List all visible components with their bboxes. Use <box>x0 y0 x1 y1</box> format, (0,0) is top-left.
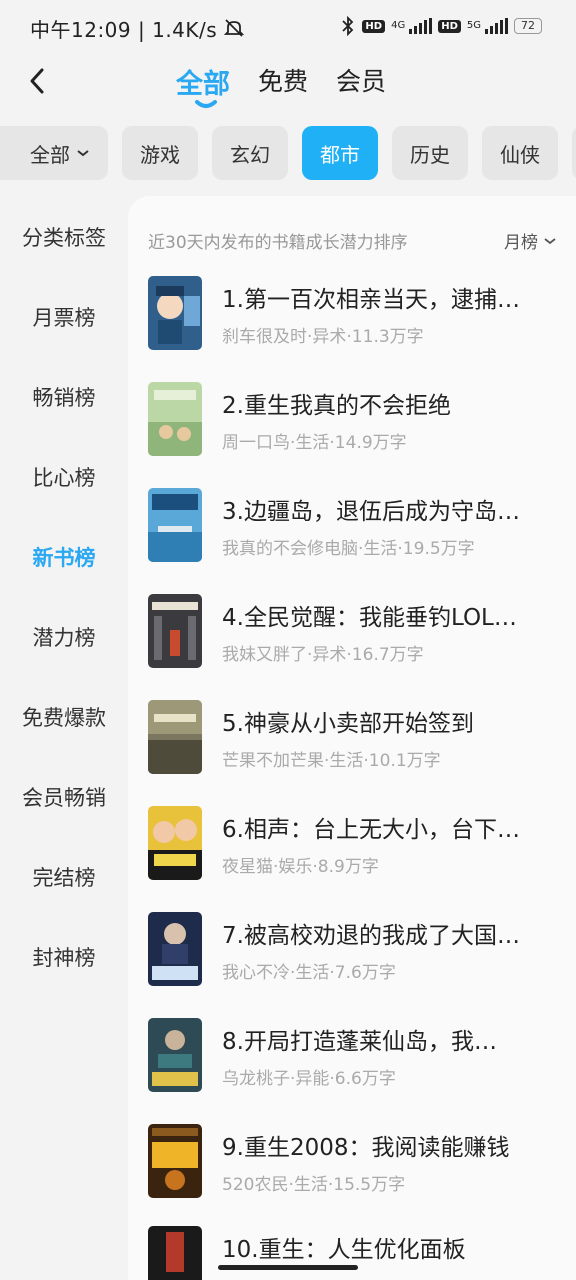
tab-all[interactable]: 全部 <box>176 62 230 101</box>
book-cover <box>148 594 202 668</box>
book-title: 10.重生：人生优化面板 <box>222 1237 466 1263</box>
book-meta: 刹车很及时·异术·11.3万字 <box>222 327 424 347</box>
book-item[interactable]: 10.重生：人生优化面板 <box>148 1226 556 1280</box>
book-cover <box>148 382 202 456</box>
mute-icon <box>223 19 245 37</box>
sidebar-item-potential[interactable]: 潜力榜 <box>0 622 128 652</box>
book-meta: 夜星猫·娱乐·8.9万字 <box>222 857 379 877</box>
battery-icon: 72 <box>514 18 542 34</box>
book-meta: 芒果不加芒果·生活·10.1万字 <box>222 751 441 771</box>
signal-icon <box>409 18 433 34</box>
book-title: 3.边疆岛，退伍后成为守岛… <box>222 499 520 525</box>
sidebar-item-monthly-ticket[interactable]: 月票榜 <box>0 302 128 332</box>
network-type: 4G <box>391 20 406 31</box>
status-icons: HD 4G HD 5G 72 <box>340 16 542 36</box>
book-title: 1.第一百次相亲当天，逮捕… <box>222 287 520 313</box>
book-cover <box>148 488 202 562</box>
tab-member[interactable]: 会员 <box>336 62 386 101</box>
book-title: 4.全民觉醒：我能垂钓LOL… <box>222 605 517 631</box>
status-bar: 中午12:09 | 1.4K/s HD 4G HD 5G 72 <box>0 0 576 56</box>
back-button[interactable] <box>22 64 52 98</box>
signal-icon-2 <box>485 18 508 34</box>
book-title: 7.被高校劝退的我成了大国… <box>222 923 520 949</box>
sort-dropdown[interactable]: 月榜 <box>504 228 556 253</box>
book-list-panel: 近30天内发布的书籍成长潜力排序 月榜 1.第一百次相亲当天，逮捕… 刹车很及时… <box>128 196 576 1280</box>
bluetooth-icon <box>342 16 354 36</box>
book-title: 8.开局打造蓬莱仙岛，我… <box>222 1029 497 1055</box>
book-meta: 周一口鸟·生活·14.9万字 <box>222 433 407 453</box>
top-tabs: 全部 免费 会员 <box>176 62 386 101</box>
chip-fantasy[interactable]: 玄幻 <box>212 126 288 180</box>
sidebar-item-legendary[interactable]: 封神榜 <box>0 942 128 972</box>
chevron-down-icon <box>544 237 556 244</box>
active-tab-indicator <box>195 100 217 108</box>
category-chips: 全部 游戏 玄幻 都市 历史 仙侠 <box>0 126 576 180</box>
chevron-down-icon <box>77 150 89 157</box>
book-item[interactable]: 7.被高校劝退的我成了大国… 我心不冷·生活·7.6万字 <box>148 912 556 986</box>
book-item[interactable]: 8.开局打造蓬莱仙岛，我… 乌龙桃子·异能·6.6万字 <box>148 1018 556 1092</box>
book-item[interactable]: 4.全民觉醒：我能垂钓LOL… 我妹又胖了·异术·16.7万字 <box>148 594 556 668</box>
book-meta: 乌龙桃子·异能·6.6万字 <box>222 1069 396 1089</box>
ranking-sidebar: 分类标签 月票榜 畅销榜 比心榜 新书榜 潜力榜 免费爆款 会员畅销 完结榜 封… <box>0 196 128 1280</box>
chip-all-label: 全部 <box>30 142 70 167</box>
book-meta: 我心不冷·生活·7.6万字 <box>222 963 396 983</box>
book-cover <box>148 1226 202 1280</box>
book-meta: 我真的不会修电脑·生活·19.5万字 <box>222 539 475 559</box>
book-item[interactable]: 5.神豪从小卖部开始签到 芒果不加芒果·生活·10.1万字 <box>148 700 556 774</box>
sidebar-item-bestseller[interactable]: 畅销榜 <box>0 382 128 412</box>
sidebar-item-new-books[interactable]: 新书榜 <box>0 542 128 572</box>
hd-badge-2: HD <box>438 19 461 33</box>
network-type-2: 5G <box>466 20 481 31</box>
back-arrow-icon <box>30 68 44 94</box>
sidebar-item-heart[interactable]: 比心榜 <box>0 462 128 492</box>
book-cover <box>148 806 202 880</box>
chip-more[interactable] <box>572 126 576 180</box>
book-cover <box>148 912 202 986</box>
book-item[interactable]: 2.重生我真的不会拒绝 周一口鸟·生活·14.9万字 <box>148 382 556 456</box>
book-item[interactable]: 3.边疆岛，退伍后成为守岛… 我真的不会修电脑·生活·19.5万字 <box>148 488 556 562</box>
book-cover <box>148 700 202 774</box>
book-item[interactable]: 1.第一百次相亲当天，逮捕… 刹车很及时·异术·11.3万字 <box>148 276 556 350</box>
chip-urban[interactable]: 都市 <box>302 126 378 180</box>
book-title: 6.相声：台上无大小，台下… <box>222 817 520 843</box>
status-time: 中午12:09 | 1.4K/s <box>30 17 218 42</box>
sidebar-item-completed[interactable]: 完结榜 <box>0 862 128 892</box>
tab-free[interactable]: 免费 <box>258 62 308 101</box>
book-title: 2.重生我真的不会拒绝 <box>222 393 451 419</box>
sort-label: 月榜 <box>504 233 538 253</box>
hd-badge: HD <box>362 19 386 33</box>
sidebar-item-member-bestseller[interactable]: 会员畅销 <box>0 782 128 812</box>
book-cover <box>148 1018 202 1092</box>
chip-xianxia[interactable]: 仙侠 <box>482 126 558 180</box>
list-header: 近30天内发布的书籍成长潜力排序 月榜 <box>148 228 556 254</box>
sidebar-item-free-hits[interactable]: 免费爆款 <box>0 702 128 732</box>
book-item[interactable]: 6.相声：台上无大小，台下… 夜星猫·娱乐·8.9万字 <box>148 806 556 880</box>
book-meta: 我妹又胖了·异术·16.7万字 <box>222 645 424 665</box>
top-header: 全部 免费 会员 <box>0 56 576 116</box>
book-title: 9.重生2008：我阅读能赚钱 <box>222 1135 510 1161</box>
book-item[interactable]: 9.重生2008：我阅读能赚钱 520农民·生活·15.5万字 <box>148 1124 556 1198</box>
chip-games[interactable]: 游戏 <box>122 126 198 180</box>
home-indicator[interactable] <box>218 1265 358 1270</box>
list-description: 近30天内发布的书籍成长潜力排序 <box>148 233 408 253</box>
chip-all-dropdown[interactable]: 全部 <box>0 126 108 180</box>
book-cover <box>148 276 202 350</box>
chip-history[interactable]: 历史 <box>392 126 468 180</box>
book-cover <box>148 1124 202 1198</box>
book-title: 5.神豪从小卖部开始签到 <box>222 711 474 737</box>
sidebar-item-tags[interactable]: 分类标签 <box>0 222 128 252</box>
book-meta: 520农民·生活·15.5万字 <box>222 1175 406 1195</box>
